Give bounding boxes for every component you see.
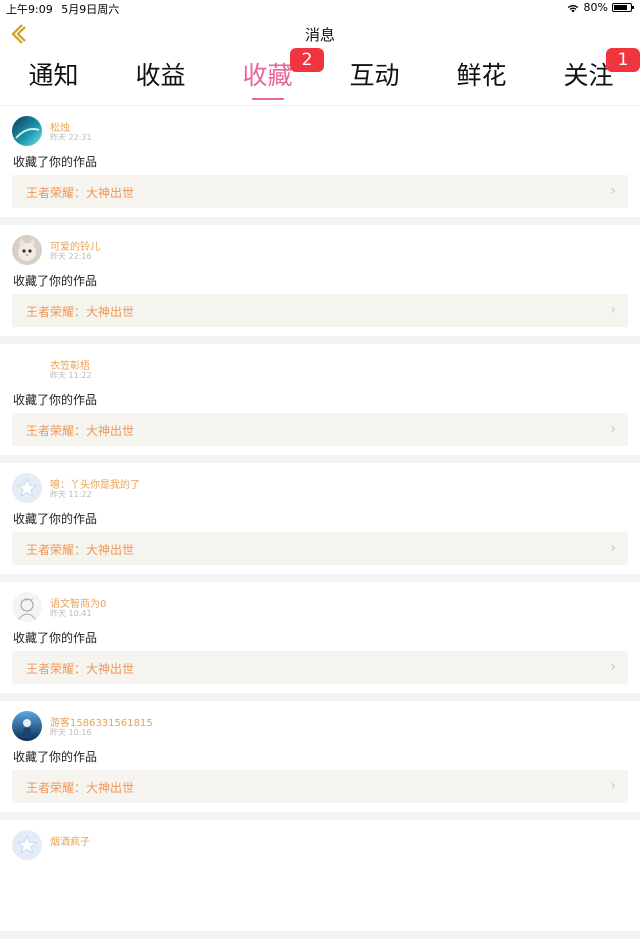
action-text: 收藏了你的作品 xyxy=(13,274,98,288)
status-time-text: 上午9:09 xyxy=(6,3,53,16)
battery-icon xyxy=(612,3,634,12)
tab-label: 通知 xyxy=(28,61,79,90)
list-item[interactable]: 语文智商为0 昨天 10:41 收藏了你的作品 王者荣耀：大神出世 › xyxy=(0,582,640,701)
chevron-right-icon: › xyxy=(610,421,616,437)
tab-label: 收益 xyxy=(135,61,186,90)
work-title: 王者荣耀：大神出世 xyxy=(26,662,135,676)
status-date-text: 5月9日周六 xyxy=(61,3,120,16)
timestamp: 昨天 11:22 xyxy=(50,371,92,380)
action-text: 收藏了你的作品 xyxy=(13,631,98,645)
list-item[interactable]: 游客1586331561815 昨天 10:16 收藏了你的作品 王者荣耀：大神出世 › xyxy=(0,701,640,820)
tab-4[interactable]: 鲜花 xyxy=(428,56,535,92)
page-title: 消息 xyxy=(304,26,335,44)
work-title: 王者荣耀：大神出世 xyxy=(26,543,135,557)
timestamp: 昨天 11:22 xyxy=(50,490,92,499)
avatar[interactable] xyxy=(12,711,42,741)
timestamp: 昨天 22:16 xyxy=(50,252,92,261)
list-item[interactable]: 可爱的铃儿 昨天 22:16 收藏了你的作品 王者荣耀：大神出世 › xyxy=(0,225,640,344)
work-card[interactable]: 王者荣耀：大神出世 › xyxy=(12,294,628,327)
action-text: 收藏了你的作品 xyxy=(13,750,98,764)
list-item[interactable]: 烟酒疯子 xyxy=(0,820,640,939)
tab-1[interactable]: 收益 xyxy=(107,56,214,92)
status-time: 上午9:09 5月9日周六 xyxy=(6,1,119,17)
avatar[interactable] xyxy=(12,473,42,503)
work-title: 王者荣耀：大神出世 xyxy=(26,305,135,319)
action-text: 收藏了你的作品 xyxy=(13,393,98,407)
battery-percent: 80% xyxy=(583,1,608,14)
work-title: 王者荣耀：大神出世 xyxy=(26,424,135,438)
avatar[interactable] xyxy=(12,354,42,384)
avatar[interactable] xyxy=(12,235,42,265)
work-card[interactable]: 王者荣耀：大神出世 › xyxy=(12,175,628,208)
wifi-icon xyxy=(567,4,578,12)
timestamp: 昨天 10:16 xyxy=(50,728,92,737)
timestamp: 昨天 22:31 xyxy=(50,133,92,142)
unread-badge: 2 xyxy=(290,48,324,72)
work-card[interactable]: 王者荣耀：大神出世 › xyxy=(12,651,628,684)
chevron-right-icon: › xyxy=(610,540,616,556)
action-text: 收藏了你的作品 xyxy=(13,512,98,526)
tab-label: 收藏 xyxy=(242,61,293,90)
tab-label: 鲜花 xyxy=(456,61,507,90)
work-card[interactable]: 王者荣耀：大神出世 › xyxy=(12,770,628,803)
avatar[interactable] xyxy=(12,592,42,622)
timestamp: 昨天 10:41 xyxy=(50,609,92,618)
list-item[interactable]: 噫：丫头你是我的了 昨天 11:22 收藏了你的作品 王者荣耀：大神出世 › xyxy=(0,463,640,582)
nav-bar: 消息 xyxy=(0,16,640,52)
tab-5[interactable]: 关注 1 xyxy=(535,48,640,92)
tab-bar: 通知 收益 收藏 2 互动 鲜花 关注 1 xyxy=(0,48,640,106)
list-item[interactable]: 松烛 昨天 22:31 收藏了你的作品 王者荣耀：大神出世 › xyxy=(0,106,640,225)
active-tab-indicator xyxy=(251,98,284,100)
work-title: 王者荣耀：大神出世 xyxy=(26,186,135,200)
chevron-right-icon: › xyxy=(610,183,616,199)
user-name[interactable]: 烟酒疯子 xyxy=(50,833,90,848)
tab-2[interactable]: 收藏 2 xyxy=(214,48,324,100)
chevron-right-icon: › xyxy=(610,302,616,318)
tab-0[interactable]: 通知 xyxy=(0,56,107,92)
tab-3[interactable]: 互动 xyxy=(321,56,428,92)
action-text: 收藏了你的作品 xyxy=(13,155,98,169)
unread-badge: 1 xyxy=(606,48,640,72)
avatar[interactable] xyxy=(12,116,42,146)
work-title: 王者荣耀：大神出世 xyxy=(26,781,135,795)
status-bar: 上午9:09 5月9日周六 80% xyxy=(0,0,640,16)
chevron-right-icon: › xyxy=(610,778,616,794)
chevron-right-icon: › xyxy=(610,659,616,675)
work-card[interactable]: 王者荣耀：大神出世 › xyxy=(12,532,628,565)
avatar[interactable] xyxy=(12,830,42,860)
tab-label: 互动 xyxy=(349,61,400,90)
message-list: 松烛 昨天 22:31 收藏了你的作品 王者荣耀：大神出世 › 可爱的铃儿 昨天 22:16… xyxy=(0,106,640,939)
status-right: 80% xyxy=(566,1,634,14)
list-item[interactable]: 衣笠彰梧 昨天 11:22 收藏了你的作品 王者荣耀：大神出世 › xyxy=(0,344,640,463)
work-card[interactable]: 王者荣耀：大神出世 › xyxy=(12,413,628,446)
